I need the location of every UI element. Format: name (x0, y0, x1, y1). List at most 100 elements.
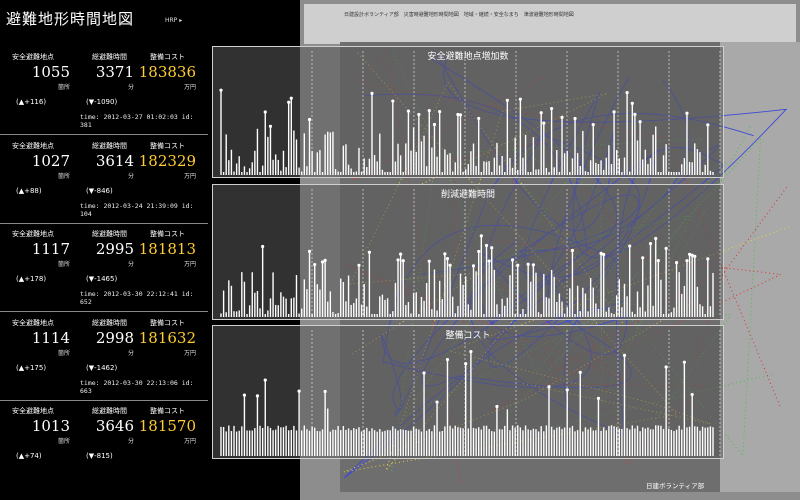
points-unit: 箇所 (57, 350, 70, 357)
time-value: 3371 (95, 63, 134, 81)
chart-bar-cap (591, 123, 595, 127)
points-unit: 箇所 (57, 261, 70, 268)
record-timestamp: time: 2012-03-24 21:39:09 id: 104 (80, 202, 194, 218)
time-value: 3646 (95, 417, 134, 435)
chart-bar-cap (578, 370, 582, 374)
record-panel[interactable]: 安全避難地点 総避難時間 整備コスト 1013 3646 181570 箇所 分 万円 (▲+74… (0, 406, 208, 492)
cost-value: 183836 (138, 63, 196, 81)
points-unit: 箇所 (57, 438, 70, 445)
chart-time: 削減避難時間 (212, 184, 724, 320)
chart-bar-cap (477, 249, 481, 254)
chart-bar-cap (263, 110, 267, 114)
time-label: 総避難時間 (92, 319, 127, 327)
chart-bar-cap (690, 392, 694, 397)
points-value: 1117 (31, 240, 70, 258)
chart-bar-cap (464, 362, 468, 366)
time-value: 2998 (95, 329, 134, 347)
cost-value: 181570 (138, 417, 196, 435)
delta-decrease: (▼-846) (86, 187, 113, 195)
chart-bar-cap (401, 259, 405, 263)
map-light-area (720, 42, 800, 492)
credit-label: 日建ボランティア部 (646, 482, 705, 490)
chart-bar-cap (370, 91, 374, 95)
chart-bar-cap (443, 252, 447, 256)
delta-decrease: (▼-1465) (86, 275, 118, 283)
chart-bar-cap (547, 385, 551, 389)
cost-label: 整備コスト (150, 407, 185, 415)
time-unit: 分 (127, 84, 134, 91)
points-label: 安全避難地点 (12, 53, 54, 61)
app-title: 避難地形時間地図 (6, 10, 135, 28)
time-unit: 分 (127, 173, 134, 180)
chart-bar-cap (654, 236, 658, 241)
chart-bar-cap (518, 97, 522, 101)
chart-bar-cap (641, 256, 645, 260)
chart-bar-cap (510, 258, 515, 262)
chart-bar-cap (612, 110, 616, 114)
chart-bar-cap (550, 106, 554, 111)
time-label: 総避難時間 (92, 53, 127, 61)
chart-bar-cap (484, 243, 489, 248)
chart-bar-cap (323, 389, 327, 394)
chart-bar-cap (685, 259, 689, 263)
record-panel[interactable]: 安全避難地点 総避難時間 整備コスト 1117 2995 181813 箇所 分 万円 (▲+17… (0, 229, 208, 315)
points-label: 安全避難地点 (12, 319, 54, 327)
chart-bar-cap (565, 388, 569, 392)
chart-bar-cap (682, 360, 686, 364)
time-unit: 分 (127, 350, 134, 357)
points-label: 安全避難地点 (12, 142, 54, 150)
chart-bar-cap (261, 244, 265, 249)
chart-bar-cap (706, 257, 710, 261)
chart-bar-cap (427, 259, 431, 263)
chart-cost: 整備コスト (212, 325, 724, 459)
chart-bar-cap (417, 112, 421, 117)
chart-bar-cap (487, 259, 491, 263)
chart-bar-cap (367, 250, 371, 254)
cost-unit: 万円 (183, 84, 196, 91)
chart-bar-cap (469, 349, 473, 354)
record-panel[interactable]: 安全避難地点 総避難時間 整備コスト 1055 3371 183836 箇所 分 万円 (▲+11… (0, 52, 208, 138)
record-panel[interactable]: 安全避難地点 総避難時間 整備コスト 1027 3614 182329 箇所 分 万円 (▲+88… (0, 141, 208, 227)
chart-svg (220, 330, 721, 456)
delta-increase: (▲+116) (16, 98, 47, 106)
time-value: 3614 (95, 152, 134, 170)
chart-bar-cap (596, 396, 601, 400)
chart-bar-cap (693, 254, 697, 258)
chart-bar-cap (495, 404, 499, 409)
chart-bar-cap (622, 353, 627, 357)
points-unit: 箇所 (57, 173, 70, 180)
chart-bar-cap (706, 123, 710, 127)
chart-svg (220, 189, 721, 317)
record-panel[interactable]: 安全避難地点 総避難時間 整備コスト 1114 2998 181632 箇所 分 万円 (▲+17… (0, 318, 208, 404)
chart-points: 安全避難地点増加数 (212, 46, 724, 178)
chart-bar-cap (664, 365, 668, 369)
chart-bar-cap (242, 393, 247, 397)
cost-label: 整備コスト (150, 319, 185, 327)
record-divider (0, 134, 208, 135)
points-value: 1055 (31, 63, 70, 81)
chart-bar-cap (674, 261, 679, 265)
chart-bar-cap (297, 389, 301, 393)
chart-bar-cap (313, 262, 317, 267)
chart-bar-cap (560, 115, 564, 119)
time-value: 2995 (95, 240, 134, 258)
chart-bar-cap (648, 242, 653, 246)
points-unit: 箇所 (57, 84, 70, 91)
chart-bar-cap (570, 248, 575, 253)
chart-bar-cap (445, 256, 450, 261)
delta-decrease: (▼-1462) (86, 364, 118, 372)
chart-bar-cap (357, 263, 361, 267)
chart-bar-cap (307, 249, 312, 253)
chart-bar-cap (255, 394, 260, 398)
cost-value: 182329 (138, 152, 196, 170)
record-divider (0, 311, 208, 312)
chart-bar-cap (490, 246, 494, 250)
chart-bar-cap (602, 252, 606, 257)
subtitle-link[interactable]: HRP ▸ (165, 17, 182, 24)
delta-increase: (▲+88) (16, 187, 42, 195)
points-label: 安全避難地点 (12, 230, 54, 238)
chart-bar-cap (539, 111, 543, 115)
chart-bar-cap (323, 258, 327, 263)
points-value: 1114 (31, 329, 70, 347)
chart-bar-cap (458, 113, 463, 117)
